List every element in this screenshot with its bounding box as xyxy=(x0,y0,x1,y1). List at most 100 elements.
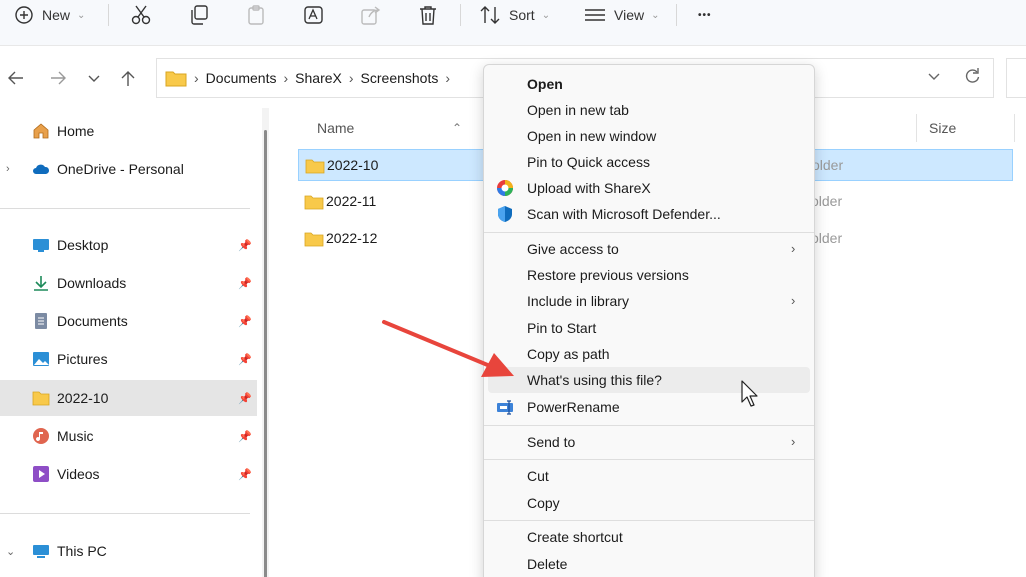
breadcrumb-documents[interactable]: Documents xyxy=(206,70,277,86)
breadcrumb-screenshots[interactable]: Screenshots xyxy=(361,70,439,86)
menu-item-label: Include in library xyxy=(527,293,629,309)
recent-locations-button[interactable] xyxy=(80,64,108,92)
chevron-right-icon: › xyxy=(194,70,199,86)
pin-icon[interactable]: 📌 xyxy=(238,315,252,328)
navigation-pane: Home › OneDrive - Personal Desktop 📌 Dow… xyxy=(0,108,262,577)
pin-icon[interactable]: 📌 xyxy=(238,392,252,405)
file-name: 2022-12 xyxy=(326,230,378,246)
sidebar-item-2022-10[interactable]: 2022-10 📌 xyxy=(0,380,257,416)
sidebar-item-label: Videos xyxy=(57,466,100,482)
menu-item-whats-using-this-file[interactable]: What's using this file? xyxy=(488,367,810,393)
folder-icon xyxy=(32,391,50,406)
chevron-down-icon[interactable]: ⌄ xyxy=(6,545,15,558)
arrow-left-icon xyxy=(8,71,23,85)
copy-icon xyxy=(191,5,208,25)
sharex-icon xyxy=(497,180,513,196)
menu-item-label: Upload with ShareX xyxy=(527,180,651,196)
menu-item-delete[interactable]: Delete xyxy=(488,551,810,577)
chevron-down-icon: ⌄ xyxy=(541,9,551,21)
menu-item-pin-to-start[interactable]: Pin to Start xyxy=(488,315,810,341)
menu-item-give-access-to[interactable]: Give access to › xyxy=(488,236,810,262)
pin-icon[interactable]: 📌 xyxy=(238,468,252,481)
column-header-name[interactable]: Name xyxy=(317,112,354,144)
forward-button[interactable] xyxy=(44,64,72,92)
menu-item-label: Create shortcut xyxy=(527,529,623,545)
chevron-down-icon xyxy=(928,73,940,80)
menu-item-label: Send to xyxy=(527,434,576,450)
document-icon xyxy=(35,313,47,329)
view-button[interactable]: View ⌄ xyxy=(584,0,659,30)
menu-item-open-in-new-window[interactable]: Open in new window xyxy=(488,123,810,149)
sidebar-item-downloads[interactable]: Downloads 📌 xyxy=(0,265,257,301)
breadcrumb-sharex[interactable]: ShareX xyxy=(295,70,342,86)
onedrive-cloud-icon xyxy=(33,164,50,174)
clipboard-icon xyxy=(248,5,264,25)
refresh-button[interactable] xyxy=(963,67,981,88)
pin-icon[interactable]: 📌 xyxy=(238,353,252,366)
share-icon xyxy=(361,6,381,25)
column-header-label: Size xyxy=(929,120,957,136)
new-button[interactable]: New ⌄ xyxy=(14,0,85,30)
menu-item-restore-previous-versions[interactable]: Restore previous versions xyxy=(488,262,810,288)
file-type: older xyxy=(812,157,844,173)
paste-button[interactable] xyxy=(246,0,266,30)
menu-item-copy[interactable]: Copy xyxy=(488,490,810,516)
sidebar-item-label: This PC xyxy=(57,543,107,559)
sidebar-item-this-pc[interactable]: ⌄ This PC xyxy=(0,533,257,569)
address-history-button[interactable] xyxy=(927,69,941,86)
menu-item-label: Copy xyxy=(527,495,560,511)
sidebar-item-music[interactable]: Music 📌 xyxy=(0,418,257,454)
menu-item-label: Pin to Start xyxy=(527,320,597,336)
search-box[interactable] xyxy=(1006,58,1026,98)
sidebar-item-label: Home xyxy=(57,123,95,139)
cut-button[interactable] xyxy=(130,0,152,30)
menu-item-cut[interactable]: Cut xyxy=(488,463,810,489)
sidebar-item-videos[interactable]: Videos 📌 xyxy=(0,456,257,492)
menu-item-include-in-library[interactable]: Include in library › xyxy=(488,288,810,314)
share-button[interactable] xyxy=(360,0,382,30)
menu-item-open-in-new-tab[interactable]: Open in new tab xyxy=(488,97,810,123)
refresh-icon xyxy=(965,68,980,83)
sidebar-item-desktop[interactable]: Desktop 📌 xyxy=(0,227,257,263)
sidebar-item-documents[interactable]: Documents 📌 xyxy=(0,303,257,339)
sidebar-item-home[interactable]: Home xyxy=(0,113,257,149)
menu-item-pin-to-quick-access[interactable]: Pin to Quick access xyxy=(488,149,810,175)
sidebar-item-pictures[interactable]: Pictures 📌 xyxy=(0,341,257,377)
menu-item-open[interactable]: Open xyxy=(488,71,810,97)
trash-icon xyxy=(420,6,436,25)
sidebar-scrollbar[interactable] xyxy=(262,108,269,577)
sort-ascending-icon: ⌃ xyxy=(452,121,463,135)
menu-item-scan-with-defender[interactable]: Scan with Microsoft Defender... xyxy=(488,201,810,227)
copy-button[interactable] xyxy=(189,0,209,30)
chevron-right-icon[interactable]: › xyxy=(6,163,10,175)
powerrename-icon xyxy=(497,400,513,415)
pin-icon[interactable]: 📌 xyxy=(238,277,252,290)
up-button[interactable] xyxy=(114,64,142,92)
view-lines-icon xyxy=(585,9,605,21)
column-header-size[interactable]: Size xyxy=(929,112,956,144)
menu-item-powerrename[interactable]: PowerRename xyxy=(488,394,810,420)
sidebar-item-label: Downloads xyxy=(57,275,127,291)
file-name: 2022-10 xyxy=(327,157,379,173)
menu-item-label: Copy as path xyxy=(527,346,610,362)
sidebar-item-label: Desktop xyxy=(57,237,109,253)
menu-item-label: Open in new tab xyxy=(527,102,629,118)
rename-button[interactable] xyxy=(303,0,325,30)
menu-item-create-shortcut[interactable]: Create shortcut xyxy=(488,524,810,550)
pin-icon[interactable]: 📌 xyxy=(238,239,252,252)
menu-item-send-to[interactable]: Send to › xyxy=(488,429,810,455)
scrollbar-thumb[interactable] xyxy=(264,130,267,577)
pin-icon[interactable]: 📌 xyxy=(238,430,252,443)
menu-item-label: Open xyxy=(527,76,563,92)
sidebar-item-label: Documents xyxy=(57,313,128,329)
menu-item-upload-with-sharex[interactable]: Upload with ShareX xyxy=(488,175,810,201)
sort-button[interactable]: Sort ⌄ xyxy=(479,0,550,30)
sort-arrows-icon xyxy=(480,6,500,24)
delete-button[interactable] xyxy=(418,0,438,30)
sidebar-item-onedrive[interactable]: › OneDrive - Personal xyxy=(0,151,257,187)
more-options-button[interactable]: ••• xyxy=(698,0,712,30)
folder-icon xyxy=(305,159,325,174)
back-button[interactable] xyxy=(2,64,30,92)
menu-item-copy-as-path[interactable]: Copy as path xyxy=(488,341,810,367)
sidebar-item-label: Music xyxy=(57,428,94,444)
